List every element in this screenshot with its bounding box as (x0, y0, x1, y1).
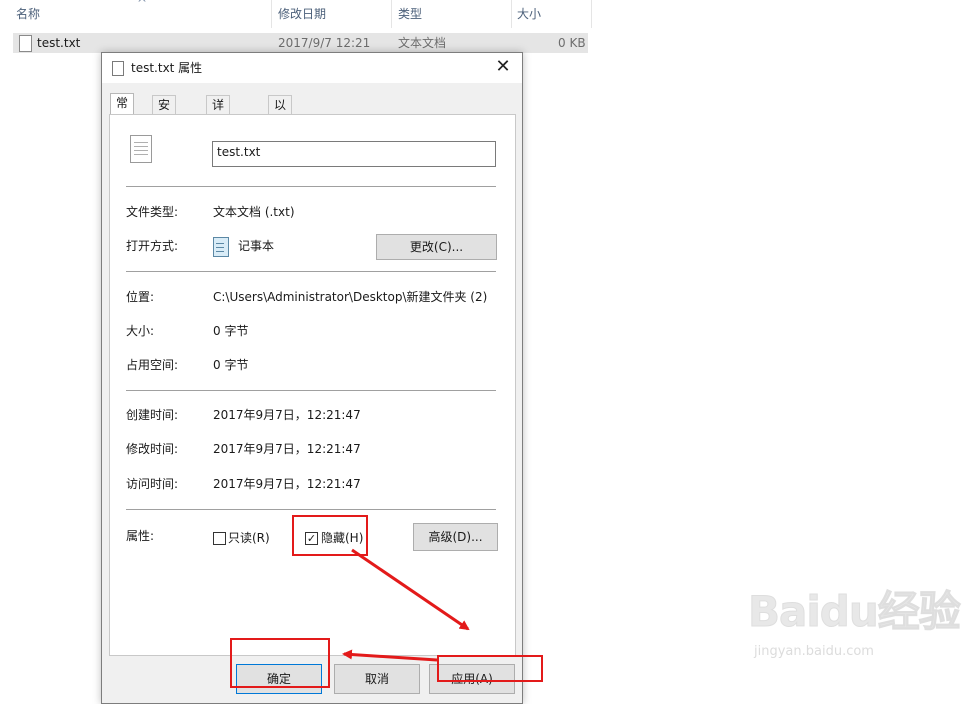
arrow-to-ok (342, 649, 438, 662)
watermark-url: jingyan.baidu.com (754, 644, 874, 659)
baidu-watermark: Baidu经验 jingyan.baidu.com (748, 578, 972, 664)
watermark-logo: Baidu经验 (748, 587, 962, 637)
arrow-to-apply (351, 548, 470, 631)
